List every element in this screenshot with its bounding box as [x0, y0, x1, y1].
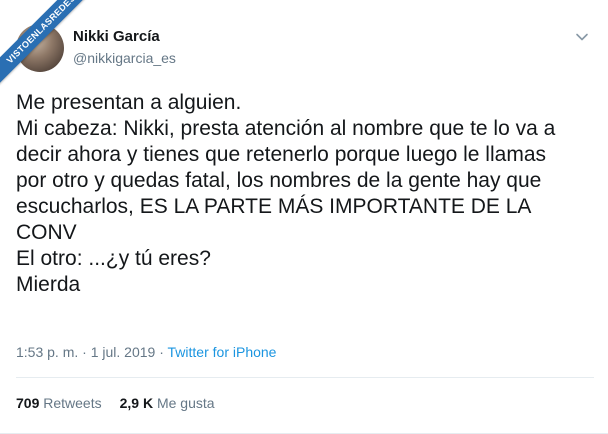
watermark-ribbon: VISTOENLASREDES [0, 0, 90, 90]
tweet-stats: 709 Retweets 2,9 K Me gusta [16, 395, 215, 411]
tweet-line: El otro: ...¿y tú eres? [16, 247, 211, 270]
tweet-line: Mierda [16, 273, 81, 296]
divider [16, 377, 594, 378]
tweet-text: Me presentan a alguien. Mi cabeza: Nikki… [16, 90, 596, 298]
retweets-count: 709 [16, 395, 40, 411]
tweet-time[interactable]: 1:53 p. m. [16, 344, 78, 360]
chevron-down-icon[interactable] [575, 30, 589, 44]
tweet-line: Mi cabeza: Nikki, presta atención al nom… [16, 117, 556, 140]
tweet-date[interactable]: 1 jul. 2019 [91, 344, 156, 360]
meta-separator: · [155, 344, 168, 360]
tweet-line: escucharlos, ES LA PARTE MÁS IMPORTANTE … [16, 195, 532, 218]
likes-label: Me gusta [156, 395, 215, 411]
retweets-stat[interactable]: 709 Retweets [16, 395, 102, 411]
watermark-text: VISTOENLASREDES [0, 0, 90, 89]
retweets-label: Retweets [43, 395, 102, 411]
likes-stat[interactable]: 2,9 K Me gusta [120, 395, 215, 411]
tweet-line: Me presentan a alguien. [16, 91, 242, 114]
meta-separator: · [78, 344, 91, 360]
tweet-line: CONV [16, 221, 77, 244]
tweet-meta: 1:53 p. m. · 1 jul. 2019 · Twitter for i… [16, 344, 276, 360]
tweet-line: por otro y quedas fatal, los nombres de … [16, 169, 542, 192]
tweet-card: VISTOENLASREDES Nikki García @nikkigarci… [0, 0, 608, 434]
tweet-line: decir ahora y tienes que retenerlo porqu… [16, 143, 546, 166]
likes-count: 2,9 K [119, 395, 154, 411]
tweet-source-link[interactable]: Twitter for iPhone [168, 344, 277, 360]
